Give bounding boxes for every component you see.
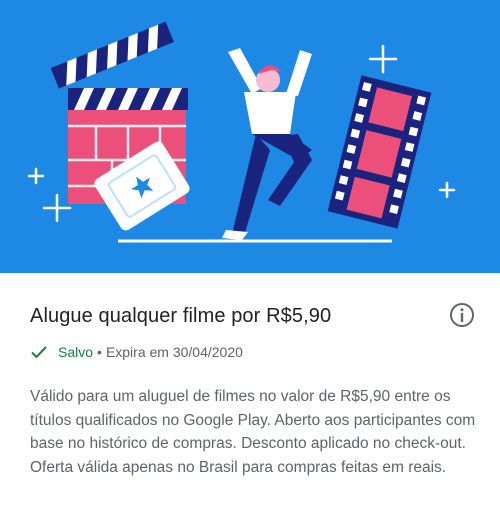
promo-banner [0,0,500,273]
expiry-date: Expira em 30/04/2020 [105,344,243,360]
separator-dot: • [97,344,102,360]
offer-header: Alugue qualquer filme por R$5,90 [24,301,476,331]
film-strip-icon [327,75,432,229]
info-button[interactable] [448,301,476,329]
checkmark-icon [31,346,47,359]
saved-status-label: Salvo [58,344,94,360]
offer-status: Salvo • Expira em 30/04/2020 [30,341,476,363]
movie-illustration [27,21,456,243]
offer-title: Alugue qualquer filme por R$5,90 [30,305,332,327]
offer-description: Válido para um aluguel de filmes no valo… [30,388,476,476]
dancing-person-icon [222,48,312,240]
offer-details: Alugue qualquer filme por R$5,90 Salvo •… [0,301,500,479]
info-circle-icon [450,303,474,327]
